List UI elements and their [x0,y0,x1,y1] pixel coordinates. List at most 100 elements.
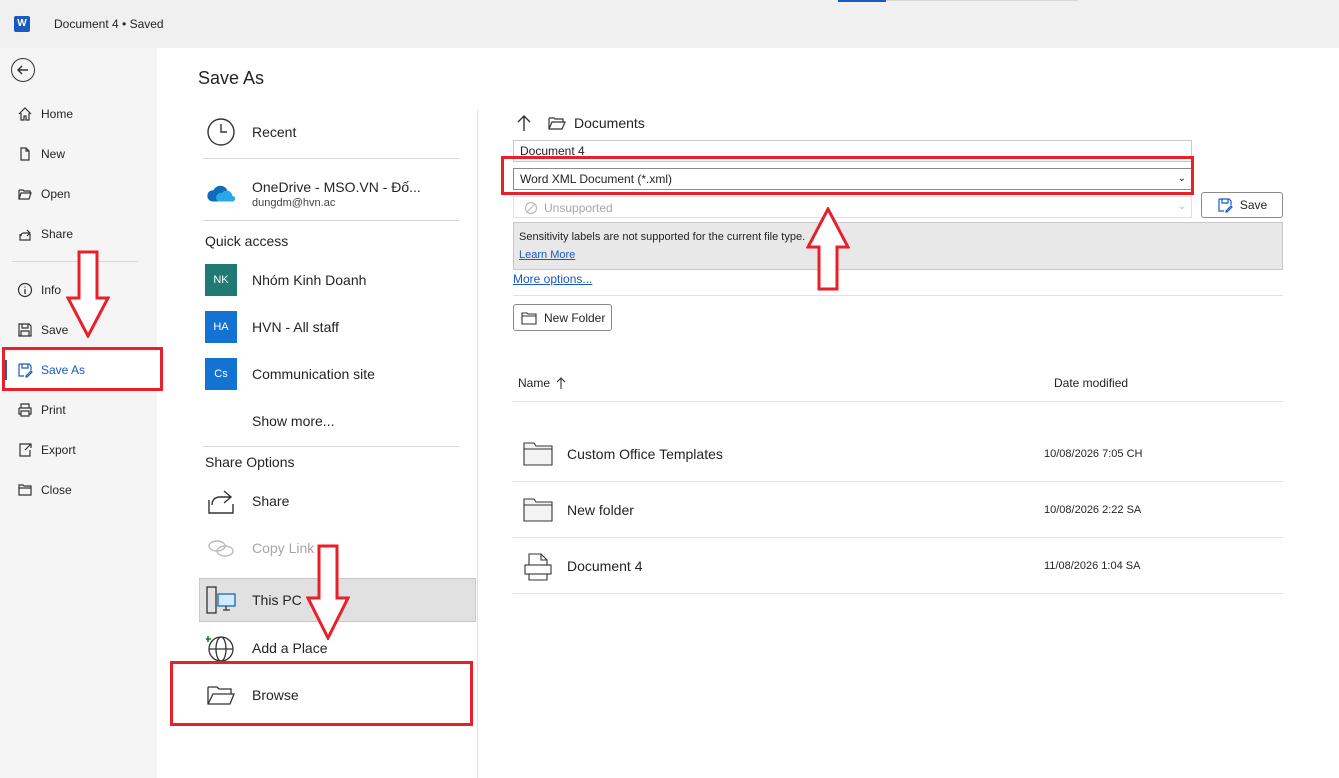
back-arrow-icon [17,65,28,75]
location-recent[interactable]: Recent [205,112,296,152]
document-icon [523,552,553,581]
location-this-pc-content[interactable]: This PC [205,580,302,620]
back-button[interactable] [11,58,35,82]
title-bar: W Document 4 • Saved [0,0,1339,48]
chevron-down-icon: ⌄ [1177,201,1186,212]
save-icon [16,321,34,339]
print-icon [16,401,34,419]
nav-home-label: Home [41,107,74,121]
quick-access-label: Communication site [252,366,375,382]
file-row[interactable]: Custom Office Templates 10/08/2026 7:05 … [513,426,1283,482]
quick-access-item[interactable]: Cs Communication site [205,354,375,394]
save-button-label: Save [1239,198,1268,212]
nav-open-label: Open [41,187,71,201]
nav-save-label: Save [41,323,69,337]
quick-access-label: HVN - All staff [252,319,339,335]
nav-info-label: Info [41,283,62,297]
file-name: Document 4 [567,558,643,574]
nav-new-label: New [41,147,66,161]
nav-share-label: Share [41,227,74,241]
word-logo-icon: W [14,16,30,32]
sensitivity-info-box: Sensitivity labels are not supported for… [513,222,1283,270]
nav-new[interactable]: New [0,136,157,172]
file-row[interactable]: New folder 10/08/2026 2:22 SA [513,482,1283,538]
sensitivity-info-text: Sensitivity labels are not supported for… [519,231,806,243]
onedrive-name: OneDrive - MSO.VN - Đố... [252,179,421,195]
column-name-label: Name [518,376,551,390]
location-recent-label: Recent [252,124,297,140]
location-divider [203,446,459,447]
annotation-arrow-up-icon [806,207,850,291]
save-button[interactable]: Save [1201,192,1283,218]
annotation-box-browse [170,661,473,726]
location-share[interactable]: Share [205,481,289,521]
share-icon [205,485,237,517]
computer-icon [205,584,237,616]
site-tile-icon: NK [205,264,237,296]
column-divider [477,110,478,778]
sensitivity-value: Unsupported [544,201,613,215]
location-divider [203,158,459,159]
onedrive-cloud-icon [205,178,237,210]
annotation-arrow-down-icon [306,544,350,640]
location-divider [203,220,459,221]
show-more-label: Show more... [252,413,335,429]
onedrive-email: dungdm@hvn.ac [252,197,336,209]
nav-print-label: Print [41,403,66,417]
globe-icon [205,632,237,664]
folder-open-icon [16,185,34,203]
file-name: Custom Office Templates [567,446,723,462]
home-icon [16,105,34,123]
file-name: New folder [567,502,634,518]
nav-close[interactable]: Close [0,472,157,508]
document-title: Document 4 • Saved [54,17,164,31]
annotation-box-file-type [501,156,1194,195]
site-tile-icon: HA [205,311,237,343]
current-folder-path[interactable]: Documents [574,115,645,131]
share-label: Share [252,493,290,509]
nav-share[interactable]: Share [0,216,157,252]
nav-close-label: Close [41,483,72,497]
file-row[interactable]: Document 4 11/08/2026 1:04 SA [513,538,1283,594]
page-title: Save As [198,68,265,88]
share-icon [16,225,34,243]
folder-icon [523,440,553,468]
up-arrow-icon[interactable] [516,114,532,132]
learn-more-link[interactable]: Learn More [519,249,575,261]
folder-icon [523,496,553,524]
more-options-link[interactable]: More options... [513,272,592,286]
show-more-link[interactable]: Show more... [252,401,334,441]
quick-access-item[interactable]: NK Nhóm Kinh Doanh [205,260,366,300]
column-header-name[interactable]: Name [518,376,566,390]
quick-access-item[interactable]: HA HVN - All staff [205,307,339,347]
column-header-date[interactable]: Date modified [1054,376,1128,390]
backstage-nav: Home New Open Share Info Save Save As Pr… [0,48,157,778]
this-pc-label: This PC [252,592,302,608]
site-tile-icon: Cs [205,358,237,390]
nav-home[interactable]: Home [0,96,157,132]
location-onedrive[interactable]: OneDrive - MSO.VN - Đố... dungdm@hvn.ac [205,172,421,216]
nav-open[interactable]: Open [0,176,157,212]
location-copy-link[interactable]: Copy Link [205,528,314,568]
quick-access-heading: Quick access [205,233,289,249]
link-icon [205,532,237,564]
file-date: 10/08/2026 7:05 CH [1044,448,1143,460]
sensitivity-icon [524,201,538,218]
panel-divider [513,295,1283,296]
nav-print[interactable]: Print [0,392,157,428]
new-folder-button[interactable]: New Folder [513,304,612,331]
sort-arrow-icon [556,376,566,390]
annotation-box-save-as [2,347,163,391]
save-as-icon [1217,197,1233,213]
sensitivity-select[interactable]: Unsupported ⌄ [513,196,1192,218]
add-place-label: Add a Place [252,640,328,656]
file-date: 11/08/2026 1:04 SA [1044,560,1141,572]
info-icon [16,281,34,299]
file-date: 10/08/2026 2:22 SA [1044,504,1142,516]
header-divider [513,401,1283,402]
title-divider [886,0,1078,1]
new-folder-label: New Folder [544,310,606,325]
nav-export[interactable]: Export [0,432,157,468]
export-icon [16,441,34,459]
title-accent [838,0,886,2]
